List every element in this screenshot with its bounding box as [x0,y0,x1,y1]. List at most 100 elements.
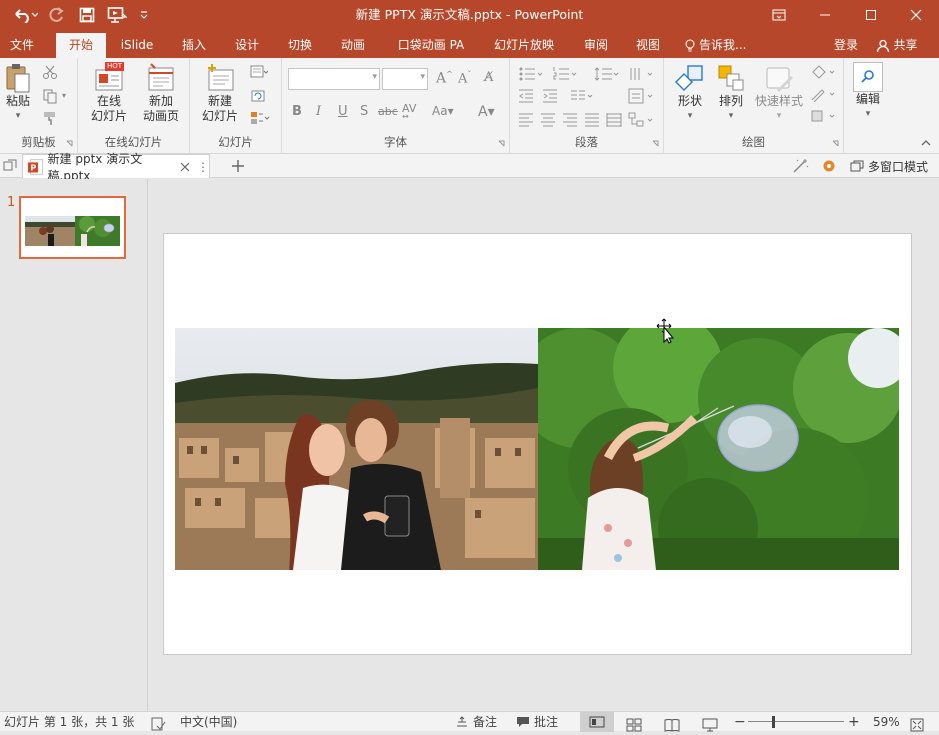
shrink-font-icon[interactable]: Aˇ [458,70,471,86]
add-tab-icon[interactable] [230,158,246,174]
new-animation-page-button[interactable]: 新加 动画页 [138,62,184,124]
numbering-icon[interactable] [552,66,578,82]
layout-icon[interactable] [250,64,268,80]
change-case-icon[interactable]: Aa▾ [432,104,454,118]
tab-design[interactable]: 设计 [225,33,269,58]
dialog-launcher-icon[interactable] [66,140,74,148]
decrease-indent-icon[interactable] [518,88,534,104]
section-icon[interactable] [250,110,270,126]
photo-girl-bubble[interactable] [538,328,899,570]
magic-wand-icon[interactable] [792,158,810,174]
chevron-down-icon[interactable]: ▾ [420,72,425,82]
zoom-in-icon[interactable]: + [848,712,860,732]
chevron-down-icon[interactable]: ▾ [372,72,377,82]
dialog-launcher-icon[interactable] [832,140,840,148]
tab-transitions[interactable]: 切换 [278,33,322,58]
font-size-combo[interactable]: ▾ [382,68,428,90]
customize-qat-button[interactable] [136,0,152,30]
copy-icon[interactable] [42,88,58,104]
slide-canvas[interactable] [163,233,912,655]
settings-gear-icon[interactable] [820,158,838,174]
dialog-launcher-icon[interactable] [652,140,660,148]
font-name-combo[interactable]: ▾ [288,68,380,90]
redo-button[interactable] [46,0,68,30]
increase-indent-icon[interactable] [542,88,558,104]
language-indicator[interactable]: 中文(中国) [180,712,237,732]
tab-file[interactable]: 文件 [0,33,44,58]
normal-view-button[interactable] [580,712,614,732]
tab-menu-icon[interactable]: ⋮ [197,160,209,174]
grow-font-icon[interactable]: A^ [436,70,453,87]
quick-styles-button[interactable]: 快速样式 ▾ [752,62,806,124]
fit-to-window-icon[interactable] [910,715,924,735]
zoom-slider-thumb[interactable] [772,716,775,728]
maximize-button[interactable] [848,0,894,30]
online-slides-button[interactable]: HOT 在线 幻灯片 [82,62,136,124]
bold-icon[interactable]: B [292,104,302,119]
tab-list-icon[interactable] [2,158,18,174]
smartart-icon[interactable] [628,112,654,128]
character-spacing-icon[interactable]: AV ↔ [402,102,416,128]
align-text-icon[interactable] [628,88,654,104]
tab-review[interactable]: 审阅 [574,33,618,58]
tab-view[interactable]: 视图 [626,33,670,58]
tab-pocket-animation[interactable]: 口袋动画 PA [390,33,472,58]
paste-dropdown-icon[interactable]: ▾ [16,109,21,124]
ribbon-display-options-button[interactable] [756,0,802,30]
new-slide-button[interactable]: 新建 幻灯片 [196,62,244,124]
reset-slide-icon[interactable] [250,88,266,104]
close-tab-icon[interactable] [180,162,189,172]
zoom-slider[interactable] [748,721,844,722]
text-direction-icon[interactable] [628,66,654,82]
align-right-icon[interactable] [562,112,578,128]
italic-icon[interactable]: I [316,104,321,119]
shape-outline-icon[interactable] [810,86,836,102]
copy-dropdown-icon[interactable]: ▾ [62,91,66,100]
shape-fill-icon[interactable] [810,64,836,80]
font-color-icon[interactable]: A▾ [478,104,495,120]
minimize-button[interactable] [802,0,848,30]
underline-icon[interactable]: U [338,104,348,119]
close-button[interactable] [893,0,939,30]
align-center-icon[interactable] [540,112,556,128]
tab-insert[interactable]: 插入 [172,33,216,58]
line-spacing-icon[interactable] [594,66,620,82]
text-shadow-icon[interactable]: S [360,104,368,119]
bullets-icon[interactable] [518,66,544,82]
present-from-start-button[interactable] [104,0,130,30]
columns-icon[interactable] [570,88,594,104]
reading-view-icon[interactable] [664,715,680,735]
undo-button[interactable] [8,0,42,30]
slideshow-view-icon[interactable] [702,715,718,735]
tab-islide[interactable]: iSlide [114,33,160,58]
document-tab[interactable]: P 新建 pptx 演示文稿.pptx ⋮ [22,152,210,183]
photo-couple[interactable] [175,328,538,570]
clear-formatting-icon[interactable]: A̸ [484,70,493,85]
editing-button[interactable]: 编辑 ▾ [850,62,886,122]
slide-thumbnail[interactable] [19,196,126,259]
justify-icon[interactable] [584,112,600,128]
zoom-out-icon[interactable]: − [734,712,746,732]
comments-button[interactable]: 批注 [516,712,558,732]
zoom-level[interactable]: 59% [873,712,900,732]
login-link[interactable]: 登录 [828,33,864,58]
save-button[interactable] [76,0,98,30]
spelling-check-icon[interactable] [150,714,166,734]
shape-effects-icon[interactable] [810,108,836,124]
align-left-icon[interactable] [518,112,534,128]
shapes-button[interactable]: 形状 ▾ [670,62,710,124]
notes-button[interactable]: 备注 [455,712,497,732]
dialog-launcher-icon[interactable] [498,140,506,148]
arrange-button[interactable]: 排列 ▾ [710,62,752,124]
collapse-ribbon-icon[interactable] [921,139,931,147]
format-painter-icon[interactable] [42,110,58,126]
share-button[interactable]: 共享 [868,33,926,58]
paste-button[interactable]: 粘贴 ▾ [4,62,32,124]
slide-sorter-icon[interactable] [626,715,642,735]
tab-animations[interactable]: 动画 [331,33,375,58]
tab-home[interactable]: 开始 [56,33,106,58]
tell-me-box[interactable]: 告诉我... [684,33,764,58]
cut-icon[interactable] [42,64,58,80]
tab-slideshow[interactable]: 幻灯片放映 [486,33,562,58]
multi-window-mode-button[interactable]: 多窗口模式 [850,154,928,178]
